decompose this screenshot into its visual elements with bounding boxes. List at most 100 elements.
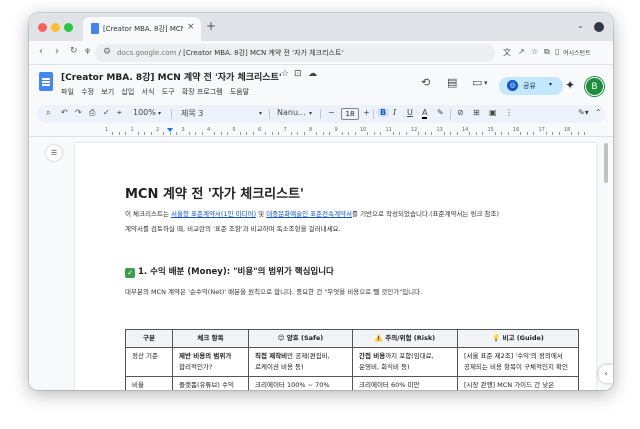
ruler-tick bbox=[290, 132, 292, 135]
menu-tools[interactable]: 도구 bbox=[162, 88, 175, 96]
reload-icon[interactable]: ↻ bbox=[70, 46, 78, 56]
bold-button[interactable]: B bbox=[377, 108, 390, 117]
minimize-window-button[interactable] bbox=[51, 23, 60, 32]
table-cell[interactable]: 플랫폼(유튜브) 수익 bbox=[172, 376, 249, 390]
table-header-cell[interactable]: ⚠️ 주의/위험 (Risk) bbox=[352, 329, 458, 348]
share-chevron-icon[interactable]: ▾ bbox=[549, 81, 552, 88]
back-arrow-icon[interactable]: ‹ bbox=[39, 46, 43, 57]
table-header-cell[interactable]: 체크 항목 bbox=[172, 329, 249, 348]
pop-culture-contract-link[interactable]: 대중문화예술인 표준전속계약서 bbox=[266, 210, 352, 218]
table-cell[interactable]: 비율 bbox=[125, 376, 173, 390]
spellcheck-icon[interactable]: ✓ bbox=[103, 108, 110, 117]
redo-icon[interactable]: ↷ bbox=[75, 108, 82, 117]
table-cell[interactable]: 크리에이터 60% 미만 bbox=[352, 376, 458, 390]
version-history-icon[interactable]: ⟲ bbox=[421, 76, 430, 89]
search-menus-icon[interactable]: ⌕ bbox=[46, 108, 50, 118]
menu-extensions[interactable]: 확장 프로그램 bbox=[182, 88, 223, 96]
document-page[interactable]: MCN 계약 전 '자가 체크리스트' 이 체크리스트는 서울형 표준계약서(1… bbox=[75, 143, 596, 390]
intro-paragraph-line2[interactable]: 계약서를 검토하실 때, 비교란의 '표준 조항'과 비교하며 독소조항을 걸러… bbox=[125, 223, 341, 233]
paint-format-icon[interactable]: ⌖ bbox=[117, 108, 122, 118]
user-avatar[interactable]: B bbox=[585, 77, 604, 96]
highlight-icon[interactable]: ✎ bbox=[437, 108, 444, 117]
sidepanel-icon[interactable]: ▯ bbox=[555, 47, 559, 56]
table-cell[interactable]: 크리에이터 100% ~ 70% bbox=[248, 376, 353, 390]
menu-edit[interactable]: 수정 bbox=[81, 88, 94, 96]
star-icon[interactable]: ☆ bbox=[281, 69, 289, 79]
close-window-button[interactable] bbox=[38, 23, 47, 32]
document-heading[interactable]: MCN 계약 전 '자가 체크리스트' bbox=[125, 183, 304, 202]
comments-icon[interactable]: ▤ bbox=[447, 76, 457, 89]
insert-comment-icon[interactable]: ⊞ bbox=[473, 108, 480, 117]
url-field[interactable]: ⚙ docs.google.com / [Creator MBA. 8강] MC… bbox=[95, 44, 495, 62]
menu-format[interactable]: 서식 bbox=[142, 88, 155, 96]
check-mark-icon: ✓ bbox=[125, 268, 135, 278]
docs-logo-icon[interactable] bbox=[39, 72, 53, 91]
ruler-tick bbox=[252, 132, 254, 135]
browser-tab-active[interactable]: [Creator MBA. 8강] MCN 계 × bbox=[83, 17, 201, 41]
table-cell[interactable]: 정산 기준 bbox=[125, 347, 173, 377]
menu-help[interactable]: 도움말 bbox=[230, 88, 249, 96]
section-heading[interactable]: ✓ 1. 수익 배분 (Money): "비용"의 범위가 핵심입니다 bbox=[125, 265, 334, 278]
table-header-cell[interactable]: 💡 비고 (Guide) bbox=[457, 329, 579, 348]
italic-button[interactable]: I bbox=[393, 108, 396, 117]
font-chevron-icon[interactable]: ▾ bbox=[309, 110, 312, 117]
bookmark-star-icon[interactable]: ☆ bbox=[531, 47, 538, 56]
cloud-saved-icon[interactable]: ☁ bbox=[308, 69, 317, 79]
document-outline-icon[interactable]: ☰ bbox=[46, 145, 62, 161]
ruler-number: 1 bbox=[105, 127, 109, 133]
maximize-window-button[interactable] bbox=[64, 23, 73, 32]
zoom-select[interactable]: 100% bbox=[133, 108, 156, 117]
move-folder-icon[interactable]: ⊡ bbox=[294, 69, 302, 79]
table-cell[interactable]: [서울 표준 제2조] '수익'의 정의에서 공제되는 비용 항목이 구체적인지 … bbox=[457, 347, 579, 377]
document-title[interactable]: [Creator MBA. 8강] MCN 계약 전 '자가 체크리스트' bbox=[61, 70, 282, 83]
browser-profile-icon[interactable] bbox=[594, 22, 604, 32]
tab-close-icon[interactable]: × bbox=[187, 22, 195, 32]
table-cell[interactable]: [시장 관행] MCN 가이드 간 낮은 bbox=[457, 376, 579, 390]
table-cell[interactable]: 제반 비용의 범위가 합리적인가? bbox=[172, 347, 249, 377]
forward-arrow-icon[interactable]: › bbox=[55, 46, 59, 57]
vertical-scrollbar[interactable] bbox=[604, 143, 608, 183]
ruler-tick bbox=[501, 132, 503, 135]
meet-video-icon[interactable]: ▭ bbox=[472, 76, 482, 89]
menu-insert[interactable]: 삽입 bbox=[121, 88, 134, 96]
section-body[interactable]: 대부분의 MCN 계약은 '순수익(Net)' 배분을 원칙으로 합니다. 중요… bbox=[125, 286, 422, 296]
table-header-cell[interactable]: 구분 bbox=[125, 329, 173, 348]
menu-view[interactable]: 보기 bbox=[101, 88, 114, 96]
ruler-tick bbox=[367, 132, 369, 135]
style-chevron-icon[interactable]: ▾ bbox=[259, 110, 262, 117]
seoul-contract-link[interactable]: 서울형 표준계약서(1인 미디어) bbox=[171, 210, 256, 218]
font-size-input[interactable]: 18 bbox=[341, 108, 359, 120]
menu-file[interactable]: 파일 bbox=[61, 88, 74, 96]
new-tab-button[interactable]: + bbox=[206, 19, 216, 33]
text-color-button[interactable]: A bbox=[422, 108, 428, 119]
link-icon[interactable]: ⊘ bbox=[457, 108, 464, 117]
style-select[interactable]: 제목 3 bbox=[181, 108, 203, 119]
ruler-scale[interactable]: 1 1 2 3 4 5 6 7 8 9 10 11 12 13 14 15 16 17 18 bbox=[75, 127, 597, 135]
zoom-chevron-icon[interactable]: ▾ bbox=[158, 110, 161, 117]
decrease-font-size-icon[interactable]: − bbox=[328, 108, 335, 117]
mic-icon[interactable]: ♆ bbox=[84, 47, 91, 56]
increase-font-size-icon[interactable]: + bbox=[363, 108, 370, 117]
table-cell[interactable]: 간접 비용까지 포함(임대료, 운영비, 회식비 등) bbox=[352, 347, 458, 377]
more-options-icon[interactable]: ⋮ bbox=[505, 108, 513, 117]
table-header-cell[interactable]: 😊 양호 (Safe) bbox=[248, 329, 353, 348]
share-button[interactable]: ◎ 공유 ▾ bbox=[499, 77, 563, 95]
extensions-icon[interactable]: ⧉ bbox=[544, 47, 550, 57]
translate-icon[interactable]: 文 bbox=[503, 47, 511, 58]
insert-image-icon[interactable]: ▣ bbox=[489, 108, 497, 117]
print-icon[interactable]: ⎙ bbox=[89, 108, 95, 118]
editing-mode-icon[interactable]: ✎▾ bbox=[578, 108, 589, 117]
gemini-sparkle-icon[interactable]: ✦ bbox=[565, 78, 575, 92]
share-page-icon[interactable]: ↗ bbox=[518, 47, 525, 56]
side-panel-toggle-icon[interactable]: ‹ bbox=[599, 365, 613, 383]
assistant-button[interactable]: 여시스턴트 bbox=[563, 48, 591, 57]
meet-chevron-icon[interactable]: ▾ bbox=[484, 79, 488, 87]
table-cell[interactable]: 직접 제작비만 공제(편집비, 로케이션 비용 등) bbox=[248, 347, 353, 377]
tab-list-chevron-icon[interactable]: ⌄ bbox=[577, 21, 584, 30]
font-select[interactable]: Nanu... bbox=[277, 108, 306, 117]
site-info-icon[interactable]: ⚙ bbox=[103, 47, 111, 57]
underline-button[interactable]: U bbox=[407, 108, 413, 117]
intro-paragraph[interactable]: 이 체크리스트는 서울형 표준계약서(1인 미디어) 및 대중문화예술인 표준전… bbox=[125, 208, 499, 218]
undo-icon[interactable]: ↶ bbox=[61, 108, 68, 117]
collapse-toolbar-chevron-icon[interactable]: ⌃ bbox=[595, 108, 602, 117]
